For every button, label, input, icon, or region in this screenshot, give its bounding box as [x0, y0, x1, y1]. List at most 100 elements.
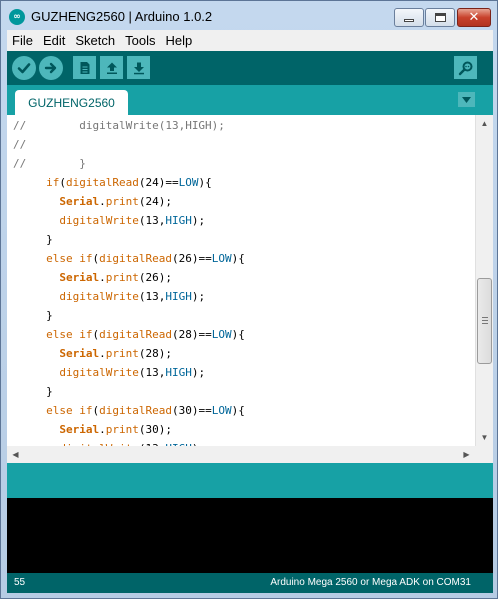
- grip-line: [482, 317, 488, 318]
- code-line: Serial.print(28);: [13, 344, 172, 363]
- scroll-left-icon[interactable]: ◀: [7, 446, 24, 463]
- code-token: LOW: [211, 328, 232, 341]
- upload-icon: [44, 62, 57, 74]
- scroll-right-icon[interactable]: ▶: [458, 446, 475, 463]
- code-token: Serial: [59, 195, 100, 208]
- tab-menu-button[interactable]: [458, 92, 475, 107]
- code-token: //: [13, 138, 27, 151]
- horizontal-scrollbar[interactable]: ◀ ▶: [7, 446, 475, 463]
- scroll-up-icon[interactable]: ▲: [476, 115, 493, 132]
- code-token: }: [13, 385, 53, 398]
- code-line: //: [13, 135, 26, 154]
- vertical-scroll-thumb[interactable]: [477, 278, 492, 364]
- code-token: .: [99, 195, 106, 208]
- serial-monitor-icon: [458, 61, 472, 75]
- code-token: (13,: [138, 290, 166, 303]
- code-token: (: [59, 176, 66, 189]
- status-bar: 55 Arduino Mega 2560 or Mega ADK on COM3…: [7, 573, 493, 593]
- verify-icon: [17, 63, 31, 74]
- code-token: digitalWrite(13,HIGH);: [26, 119, 225, 132]
- title-bar[interactable]: ∞ GUZHENG2560 | Arduino 1.0.2 ✕: [1, 1, 497, 31]
- code-token: (13,: [138, 214, 166, 227]
- close-button[interactable]: ✕: [457, 8, 491, 27]
- open-icon: [106, 62, 117, 74]
- code-token: .: [99, 347, 106, 360]
- code-token: ){: [231, 328, 245, 341]
- code-token: LOW: [211, 404, 232, 417]
- menu-file[interactable]: File: [11, 32, 34, 49]
- code-token: (28);: [138, 347, 172, 360]
- code-token: ){: [198, 176, 212, 189]
- code-token: if: [46, 176, 60, 189]
- code-token: }: [13, 233, 53, 246]
- code-token: else: [46, 404, 73, 417]
- open-sketch-button[interactable]: [100, 56, 123, 79]
- grip-line: [482, 320, 488, 321]
- upload-button[interactable]: [39, 56, 63, 80]
- scrollbar-corner: [475, 446, 493, 463]
- code-line: }: [13, 306, 53, 325]
- tab-guzheng2560[interactable]: GUZHENG2560: [15, 90, 128, 115]
- code-token: Serial: [59, 347, 100, 360]
- code-token: ){: [231, 252, 245, 265]
- code-line: if(digitalRead(24)==LOW){: [13, 173, 212, 192]
- code-line: }: [13, 382, 53, 401]
- code-editor[interactable]: // digitalWrite(13,HIGH);//// } if(digit…: [7, 115, 475, 446]
- code-token: Serial: [59, 271, 100, 284]
- code-token: (26)==: [171, 252, 212, 265]
- vertical-scrollbar[interactable]: ▲ ▼: [475, 115, 493, 446]
- code-line: else if(digitalRead(26)==LOW){: [13, 249, 245, 268]
- save-icon: [133, 62, 144, 74]
- scroll-down-icon[interactable]: ▼: [476, 429, 493, 446]
- menu-tools[interactable]: Tools: [124, 32, 156, 49]
- code-token: HIGH: [165, 214, 192, 227]
- code-token: print: [105, 271, 139, 284]
- code-token: digitalWrite: [59, 214, 139, 227]
- arduino-logo-icon: ∞: [9, 9, 25, 25]
- menu-help[interactable]: Help: [164, 32, 193, 49]
- code-line: digitalWrite(13,HIGH);: [13, 287, 205, 306]
- code-line: // }: [13, 154, 86, 173]
- save-sketch-button[interactable]: [127, 56, 150, 79]
- code-token: (30)==: [171, 404, 212, 417]
- menu-edit[interactable]: Edit: [42, 32, 66, 49]
- maximize-button[interactable]: [425, 8, 455, 27]
- menu-sketch[interactable]: Sketch: [74, 32, 116, 49]
- new-sketch-button[interactable]: [73, 56, 96, 79]
- minimize-button[interactable]: [394, 8, 424, 27]
- code-token: (24)==: [138, 176, 179, 189]
- code-line: // digitalWrite(13,HIGH);: [13, 116, 225, 135]
- code-token: );: [191, 366, 206, 379]
- code-token: digitalWrite: [59, 290, 139, 303]
- code-token: digitalWrite: [59, 366, 139, 379]
- code-token: print: [105, 423, 139, 436]
- code-token: );: [191, 290, 206, 303]
- grip-line: [482, 323, 488, 324]
- close-icon: ✕: [468, 10, 480, 25]
- code-line: Serial.print(26);: [13, 268, 172, 287]
- code-line: digitalWrite(13,HIGH);: [13, 211, 205, 230]
- code-token: //: [13, 157, 27, 170]
- code-token: //: [13, 119, 27, 132]
- code-line: }: [13, 230, 53, 249]
- code-token: ){: [231, 404, 245, 417]
- code-token: print: [105, 347, 139, 360]
- toolbar: [7, 51, 493, 85]
- verify-button[interactable]: [12, 56, 36, 80]
- code-line: Serial.print(30);: [13, 420, 172, 439]
- code-token: HIGH: [165, 290, 192, 303]
- code-token: (26);: [138, 271, 172, 284]
- code-token: digitalRead: [99, 404, 172, 417]
- serial-monitor-button[interactable]: [454, 56, 477, 79]
- console-output[interactable]: [7, 498, 493, 573]
